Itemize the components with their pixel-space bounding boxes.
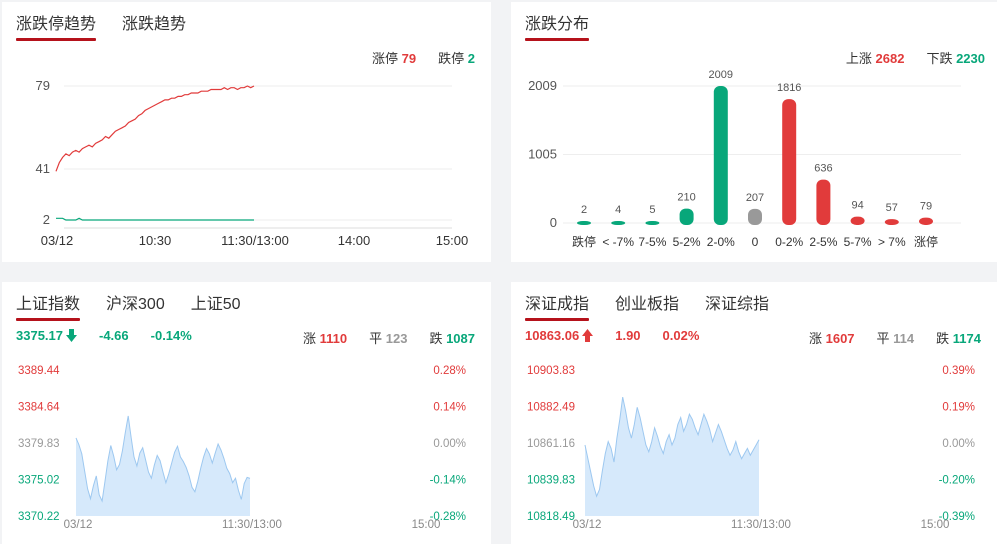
right-tick-label: 0.28% [433, 365, 466, 377]
distribution-bar [645, 221, 660, 225]
distribution-bar [611, 221, 626, 225]
right-tick-label: 0.39% [942, 365, 975, 377]
category-label: 2-5% [809, 235, 837, 249]
left-tick-label: 3370.22 [18, 511, 60, 523]
x-tick-label: 03/12 [41, 233, 74, 248]
right-tick-label: 0.00% [942, 438, 975, 450]
shenzhen-chart: 10903.83 0.39% 10882.49 0.19% 10861.16 0.00% 1… [527, 365, 975, 531]
left-tick-label: 3384.64 [18, 402, 60, 414]
x-tick-label: 11:30/13:00 [222, 519, 282, 531]
left-tick-label: 3375.02 [18, 475, 60, 487]
distribution-panel: 涨跌分布 上涨 2682 下跌 2230 2009 1005 0 2 跌停 4 < -7% 5… [511, 2, 997, 262]
bar-value-label: 94 [851, 200, 863, 212]
y-tick-label: 41 [36, 161, 50, 176]
right-tick-label: 0.14% [433, 402, 466, 414]
left-tick-label: 10861.16 [527, 438, 575, 450]
left-tick-label: 10903.83 [527, 365, 575, 377]
right-tick-label: 0.00% [433, 438, 466, 450]
y-tick-label: 1005 [528, 147, 557, 162]
x-tick-label: 15:00 [436, 233, 469, 248]
category-label: 2-0% [707, 235, 735, 249]
shanghai-panel: 上证指数 沪深300 上证50 3375.17 -4.66 -0.14% 涨 1… [2, 282, 491, 544]
x-tick-label: 11:30/13:00 [221, 233, 289, 248]
bar-value-label: 207 [746, 192, 764, 204]
limit-trend-chart: 79 41 2 03/12 10:30 11:30/13:00 14:00 15:00 [36, 78, 469, 248]
bar-value-label: 1816 [777, 82, 801, 94]
bar-value-label: 57 [886, 202, 898, 214]
distribution-bar [919, 217, 933, 225]
series-line [55, 85, 255, 172]
x-tick-label: 03/12 [64, 519, 93, 531]
shanghai-chart: 3389.44 0.28% 3384.64 0.14% 3379.83 0.00% 3375… [18, 365, 466, 531]
category-label: 0-2% [775, 235, 803, 249]
series-line [56, 217, 254, 221]
bar-value-label: 4 [615, 204, 621, 216]
distribution-bar [713, 86, 728, 225]
bar-value-label: 5 [649, 204, 655, 216]
category-label: 跌停 [572, 234, 596, 249]
category-label: 5-7% [844, 235, 872, 249]
shenzhen-panel: 深证成指 创业板指 深证综指 10863.06 1.90 0.02% 涨 160… [511, 282, 997, 544]
category-label: 5-2% [673, 235, 701, 249]
y-tick-label: 2009 [528, 78, 557, 93]
y-tick-label: 79 [36, 78, 50, 93]
distribution-bar [782, 99, 797, 225]
category-label: > 7% [878, 235, 906, 249]
right-tick-label: 0.19% [942, 402, 975, 414]
distribution-bar [850, 216, 865, 225]
x-tick-label: 15:00 [412, 519, 441, 531]
x-tick-label: 14:00 [338, 233, 371, 248]
bar-value-label: 2009 [709, 69, 733, 81]
index-area [585, 397, 759, 516]
y-tick-label: 2 [43, 212, 50, 227]
x-tick-label: 15:00 [921, 519, 950, 531]
category-label: 涨停 [914, 234, 938, 249]
right-tick-label: -0.20% [939, 475, 975, 487]
distribution-bar [577, 221, 591, 225]
distribution-bar [679, 208, 694, 225]
left-tick-label: 3379.83 [18, 438, 60, 450]
category-label: 7-5% [638, 235, 666, 249]
left-tick-label: 10818.49 [527, 511, 575, 523]
bar-value-label: 2 [581, 204, 587, 216]
x-tick-label: 10:30 [139, 233, 172, 248]
distribution-chart: 2009 1005 0 2 跌停 4 < -7% 5 7-5% 210 5-2% 2009 2-0% 20… [528, 69, 961, 249]
distribution-bar [748, 208, 762, 225]
y-tick-label: 0 [550, 215, 557, 230]
bar-value-label: 636 [814, 163, 832, 175]
category-label: 0 [752, 235, 759, 249]
distribution-bar [816, 179, 831, 225]
x-tick-label: 11:30/13:00 [731, 519, 791, 531]
x-tick-label: 03/12 [573, 519, 602, 531]
left-tick-label: 10839.83 [527, 475, 575, 487]
limit-trend-panel: 涨跌停趋势 涨跌趋势 涨停 79 跌停 2 79 41 2 03/12 10:30 11:… [2, 2, 491, 262]
distribution-bar [884, 219, 899, 225]
right-tick-label: -0.14% [430, 475, 466, 487]
left-tick-label: 10882.49 [527, 402, 575, 414]
left-tick-label: 3389.44 [18, 365, 60, 377]
bar-value-label: 79 [920, 201, 932, 213]
category-label: < -7% [602, 235, 634, 249]
bar-value-label: 210 [677, 192, 695, 204]
